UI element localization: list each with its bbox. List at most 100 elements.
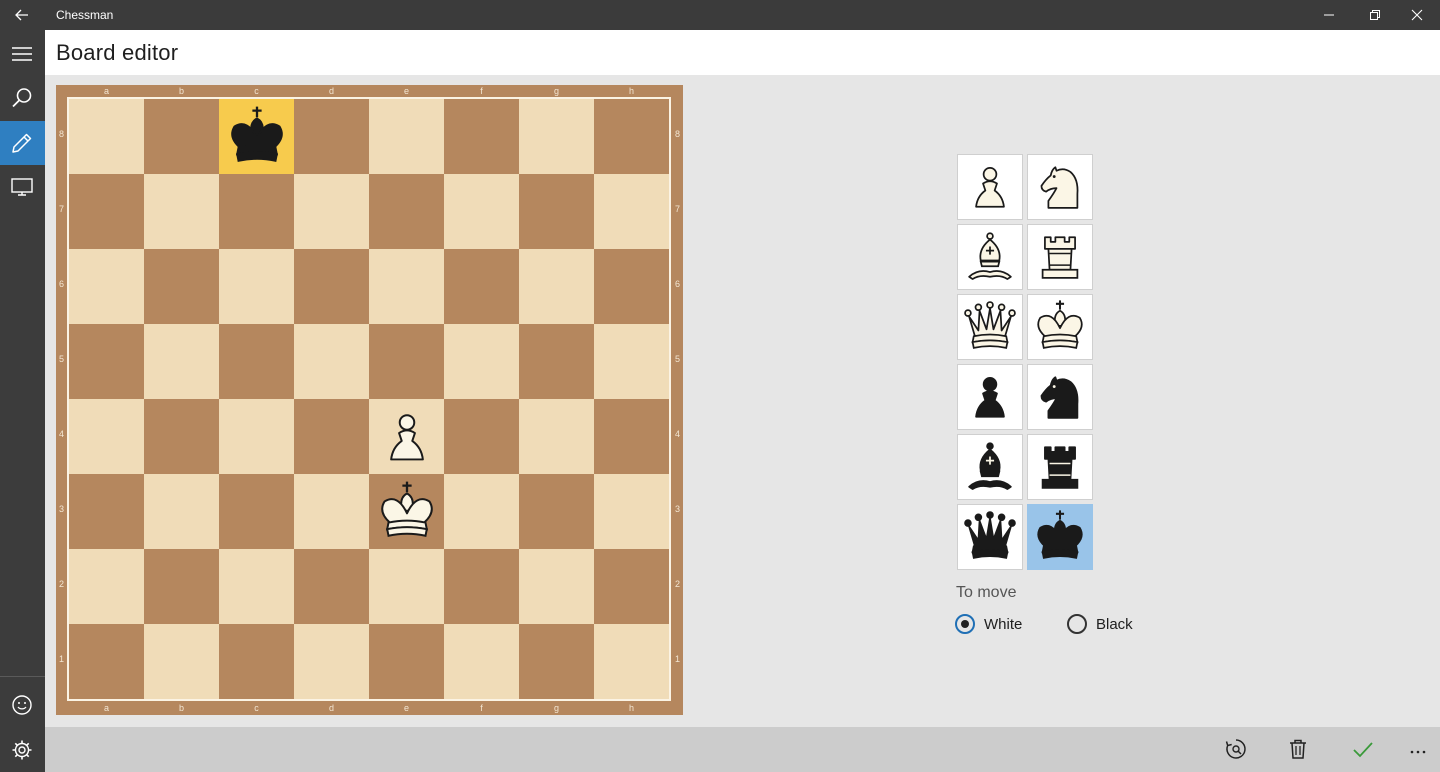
- search-icon: [12, 88, 32, 108]
- palette-white-rook[interactable]: [1027, 224, 1093, 290]
- square-d2[interactable]: [294, 549, 369, 624]
- square-g7[interactable]: [519, 174, 594, 249]
- square-a1[interactable]: [69, 624, 144, 699]
- edit-board-button[interactable]: [0, 121, 45, 165]
- square-f5[interactable]: [444, 324, 519, 399]
- square-d7[interactable]: [294, 174, 369, 249]
- square-g1[interactable]: [519, 624, 594, 699]
- square-f4[interactable]: [444, 399, 519, 474]
- square-b3[interactable]: [144, 474, 219, 549]
- square-h2[interactable]: [594, 549, 669, 624]
- square-b2[interactable]: [144, 549, 219, 624]
- rotate-board-button[interactable]: [1214, 727, 1258, 772]
- square-e6[interactable]: [369, 249, 444, 324]
- palette-black-rook[interactable]: [1027, 434, 1093, 500]
- square-h8[interactable]: [594, 99, 669, 174]
- close-button[interactable]: [1394, 0, 1440, 30]
- square-b5[interactable]: [144, 324, 219, 399]
- restore-button[interactable]: [1352, 0, 1398, 30]
- square-d3[interactable]: [294, 474, 369, 549]
- square-g3[interactable]: [519, 474, 594, 549]
- display-button[interactable]: [0, 165, 45, 209]
- confirm-button[interactable]: [1341, 727, 1385, 772]
- square-a2[interactable]: [69, 549, 144, 624]
- palette-black-queen[interactable]: [957, 504, 1023, 570]
- palette-white-pawn[interactable]: [957, 154, 1023, 220]
- square-e5[interactable]: [369, 324, 444, 399]
- square-c1[interactable]: [219, 624, 294, 699]
- square-d8[interactable]: [294, 99, 369, 174]
- square-c4[interactable]: [219, 399, 294, 474]
- square-f1[interactable]: [444, 624, 519, 699]
- square-a3[interactable]: [69, 474, 144, 549]
- palette-white-king[interactable]: [1027, 294, 1093, 360]
- clear-board-button[interactable]: [1276, 727, 1320, 772]
- square-d1[interactable]: [294, 624, 369, 699]
- square-c6[interactable]: [219, 249, 294, 324]
- square-c5[interactable]: [219, 324, 294, 399]
- square-h5[interactable]: [594, 324, 669, 399]
- square-d6[interactable]: [294, 249, 369, 324]
- square-b8[interactable]: [144, 99, 219, 174]
- square-b1[interactable]: [144, 624, 219, 699]
- palette-white-knight[interactable]: [1027, 154, 1093, 220]
- white-pawn-icon: [975, 166, 1005, 208]
- square-e4[interactable]: [369, 399, 444, 474]
- square-g5[interactable]: [519, 324, 594, 399]
- palette-black-bishop[interactable]: [957, 434, 1023, 500]
- white-to-move-radio[interactable]: White: [955, 613, 1022, 635]
- square-h6[interactable]: [594, 249, 669, 324]
- file-label-f: f: [480, 703, 483, 713]
- square-c2[interactable]: [219, 549, 294, 624]
- square-b7[interactable]: [144, 174, 219, 249]
- square-h4[interactable]: [594, 399, 669, 474]
- palette-black-king[interactable]: [1027, 504, 1093, 570]
- square-a8[interactable]: [69, 99, 144, 174]
- square-g6[interactable]: [519, 249, 594, 324]
- square-e1[interactable]: [369, 624, 444, 699]
- palette-white-bishop[interactable]: [957, 224, 1023, 290]
- square-f7[interactable]: [444, 174, 519, 249]
- settings-button[interactable]: [0, 728, 45, 772]
- square-e8[interactable]: [369, 99, 444, 174]
- square-d5[interactable]: [294, 324, 369, 399]
- square-f6[interactable]: [444, 249, 519, 324]
- square-h7[interactable]: [594, 174, 669, 249]
- square-a4[interactable]: [69, 399, 144, 474]
- search-button[interactable]: [0, 76, 45, 120]
- gear-icon: [12, 740, 32, 760]
- square-g2[interactable]: [519, 549, 594, 624]
- square-b4[interactable]: [144, 399, 219, 474]
- square-a5[interactable]: [69, 324, 144, 399]
- square-d4[interactable]: [294, 399, 369, 474]
- square-c8[interactable]: [219, 99, 294, 174]
- square-f8[interactable]: [444, 99, 519, 174]
- chess-board[interactable]: [69, 99, 669, 699]
- palette-black-knight[interactable]: [1027, 364, 1093, 430]
- square-g4[interactable]: [519, 399, 594, 474]
- back-button[interactable]: [0, 0, 45, 30]
- palette-black-pawn[interactable]: [957, 364, 1023, 430]
- square-c7[interactable]: [219, 174, 294, 249]
- square-c3[interactable]: [219, 474, 294, 549]
- file-label-h: h: [628, 703, 634, 713]
- square-b6[interactable]: [144, 249, 219, 324]
- square-e2[interactable]: [369, 549, 444, 624]
- square-h1[interactable]: [594, 624, 669, 699]
- square-a6[interactable]: [69, 249, 144, 324]
- black-to-move-radio[interactable]: Black: [1067, 613, 1133, 635]
- palette-white-queen[interactable]: [957, 294, 1023, 360]
- feedback-button[interactable]: [0, 683, 45, 727]
- white-radio-label: White: [984, 615, 1023, 633]
- square-h3[interactable]: [594, 474, 669, 549]
- square-g8[interactable]: [519, 99, 594, 174]
- square-f3[interactable]: [444, 474, 519, 549]
- smiley-icon: [12, 695, 32, 715]
- more-options-button[interactable]: [1396, 727, 1440, 772]
- square-e7[interactable]: [369, 174, 444, 249]
- square-a7[interactable]: [69, 174, 144, 249]
- minimize-button[interactable]: [1306, 0, 1352, 30]
- menu-button[interactable]: [0, 32, 45, 76]
- square-f2[interactable]: [444, 549, 519, 624]
- square-e3[interactable]: [369, 474, 444, 549]
